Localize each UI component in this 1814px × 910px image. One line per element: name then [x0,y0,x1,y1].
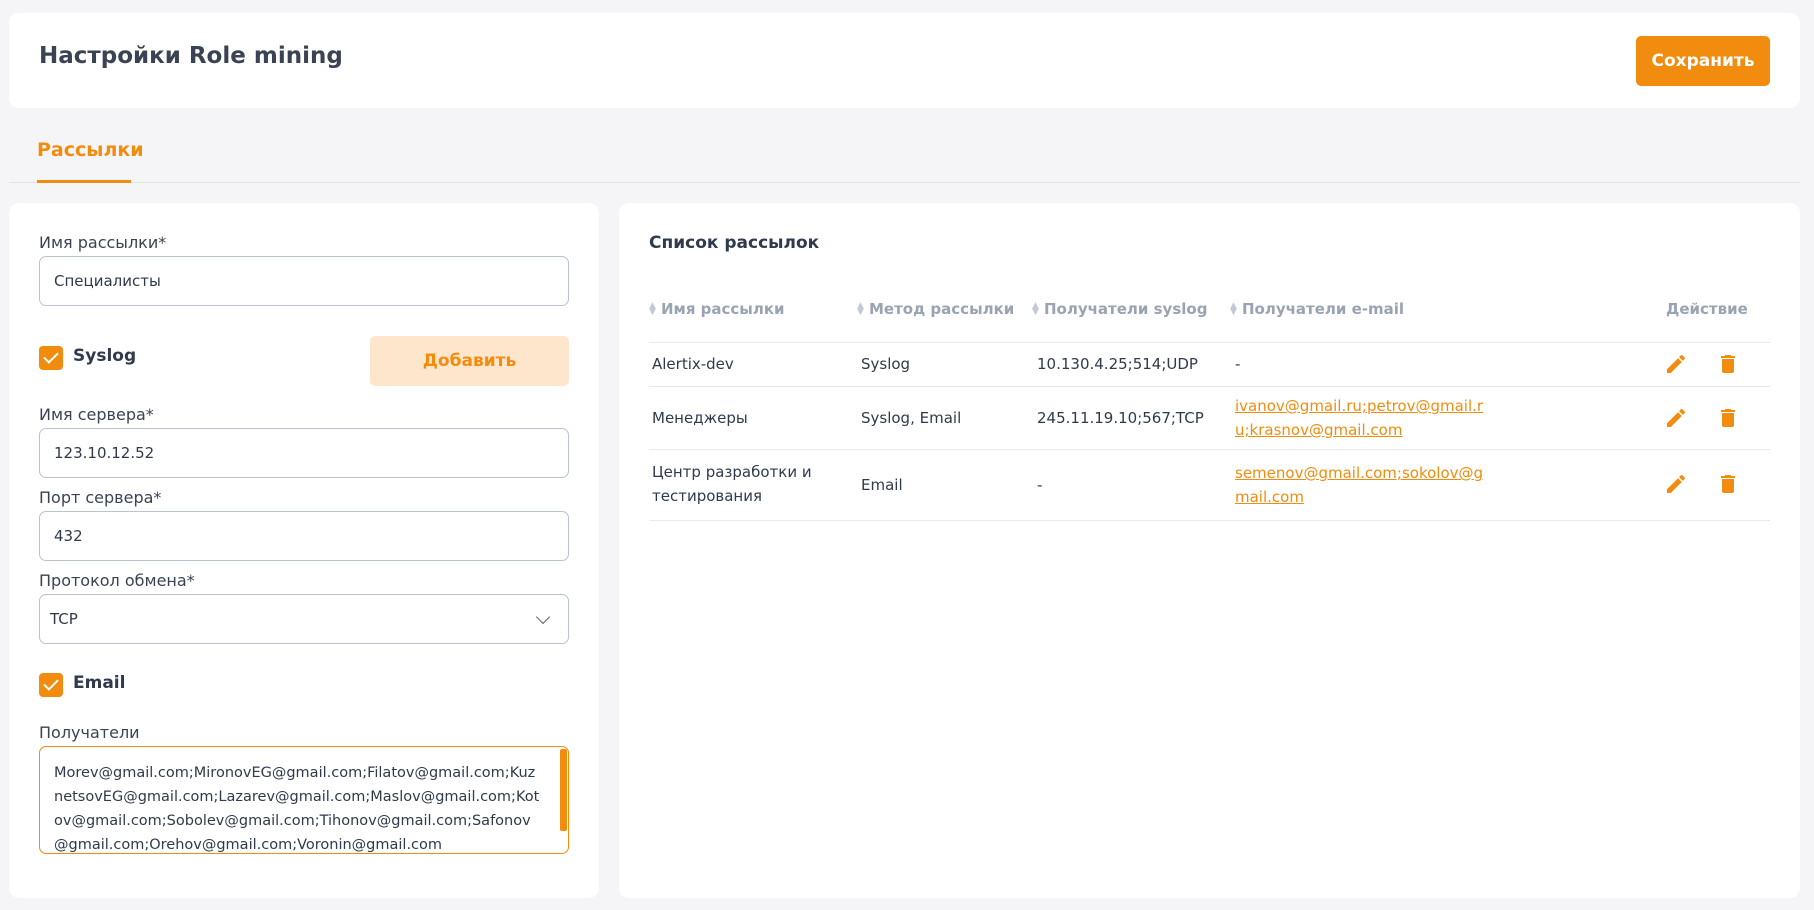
column-header-syslog[interactable]: ▲ ▼ Получатели syslog [1032,300,1207,318]
tab-bar: Рассылки [9,125,1800,183]
row-divider [649,342,1770,343]
recipients-textarea[interactable]: Morev@gmail.com;MironovEG@gmail.com;Fila… [39,746,569,854]
cell-syslog: - [1037,476,1043,494]
tab-mailings[interactable]: Рассылки [37,139,144,183]
cell-method: Syslog [861,355,911,373]
sort-icon: ▲ ▼ [1032,301,1039,317]
recipients-text: Morev@gmail.com;MironovEG@gmail.com;Fila… [54,765,540,853]
add-button[interactable]: Добавить [370,336,569,386]
email-checkbox[interactable] [39,673,63,697]
cell-syslog: 245.11.19.10;567;TCP [1037,409,1204,427]
cell-name: Alertix-dev [652,355,734,373]
email-checkbox-label: Email [73,673,126,693]
row-divider [649,449,1770,450]
mailing-list-panel: Список рассылок ▲ ▼ Имя рассылки ▲ ▼ Метод р… [619,203,1800,898]
syslog-checkbox-label: Syslog [73,346,137,366]
protocol-label: Протокол обмена* [39,571,195,590]
column-header-method[interactable]: ▲ ▼ Метод рассылки [857,300,1014,318]
column-header-action: Действие [1666,300,1748,318]
column-header-name[interactable]: ▲ ▼ Имя рассылки [649,300,785,318]
server-name-input[interactable]: 123.10.12.52 [39,428,569,478]
list-title: Список рассылок [649,233,820,253]
row-divider [649,386,1770,387]
server-port-label: Порт сервера* [39,488,162,507]
server-name-label: Имя сервера* [39,405,154,424]
mailing-form-panel: Имя рассылки* Специалисты Syslog Добавит… [9,203,599,898]
sort-icon: ▲ ▼ [649,301,656,317]
mailing-name-label: Имя рассылки* [39,233,167,252]
cell-email-link[interactable]: ivanov@gmail.ru;petrov@gmail.ru;krasnov@… [1235,394,1485,442]
sort-icon: ▲ ▼ [1230,301,1237,317]
cell-email: - [1235,355,1241,373]
cell-name: Центр разработки и тестирования [652,463,812,505]
protocol-select[interactable]: TCP [39,594,569,644]
page-header: Настройки Role mining Сохранить [9,13,1800,108]
mailing-name-input[interactable]: Специалисты [39,256,569,306]
textarea-scrollbar[interactable] [560,749,567,831]
server-port-input[interactable]: 432 [39,511,569,561]
row-divider [649,520,1770,521]
protocol-value: TCP [50,610,78,628]
save-button[interactable]: Сохранить [1636,36,1770,86]
cell-name: Менеджеры [652,409,748,427]
pencil-icon[interactable] [1664,406,1688,430]
page-title: Настройки Role mining [39,43,343,69]
cell-syslog: 10.130.4.25;514;UDP [1037,355,1198,373]
cell-email-link[interactable]: semenov@gmail.com;sokolov@gmail.com [1235,461,1485,509]
pencil-icon[interactable] [1664,472,1688,496]
cell-method: Syslog, Email [861,409,962,427]
pencil-icon[interactable] [1664,352,1688,376]
trash-icon[interactable] [1716,472,1740,496]
column-header-email[interactable]: ▲ ▼ Получатели e-mail [1230,300,1404,318]
chevron-down-icon [535,609,551,625]
recipients-label: Получатели [39,723,140,742]
trash-icon[interactable] [1716,352,1740,376]
cell-method: Email [861,476,903,494]
sort-icon: ▲ ▼ [857,301,864,317]
trash-icon[interactable] [1716,406,1740,430]
syslog-checkbox[interactable] [39,346,63,370]
